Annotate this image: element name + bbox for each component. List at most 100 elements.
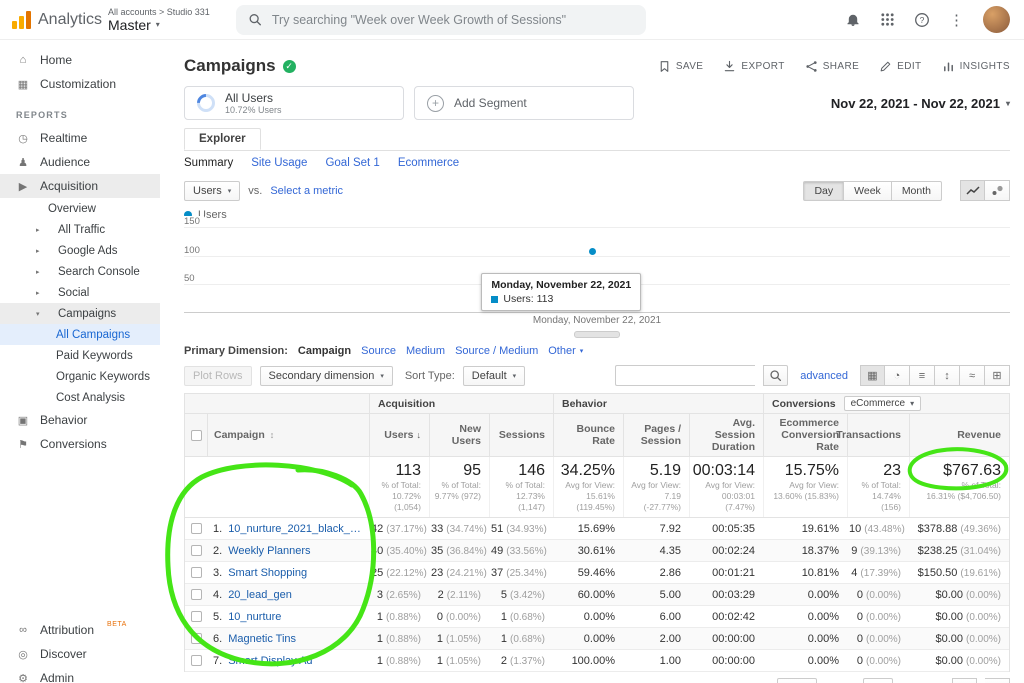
sidebar-item-overview[interactable]: Overview [0, 198, 160, 219]
row-checkbox[interactable] [191, 611, 202, 622]
sidebar-item-admin[interactable]: ⚙Admin [0, 666, 160, 683]
metric-selector[interactable]: Users▾ [184, 181, 240, 201]
sidebar-item-all-campaigns[interactable]: All Campaigns [0, 324, 160, 345]
dimension-medium[interactable]: Medium [406, 345, 445, 357]
search-input[interactable] [272, 13, 634, 27]
sidebar-item-paid-keywords[interactable]: Paid Keywords [0, 345, 160, 366]
dimension-source[interactable]: Source [361, 345, 396, 357]
comparison-view-icon[interactable]: ↕ [935, 365, 960, 386]
column-header-bounce-rate[interactable]: Bounce Rate [553, 414, 623, 456]
granularity-month[interactable]: Month [892, 181, 942, 201]
table-search-button[interactable] [763, 365, 788, 386]
row-checkbox[interactable] [191, 523, 202, 534]
campaign-link[interactable]: 20_lead_gen [228, 589, 292, 601]
global-search[interactable] [236, 5, 646, 35]
campaign-link[interactable]: Weekly Planners [228, 545, 310, 557]
segment-all-users[interactable]: All Users 10.72% Users [184, 86, 404, 120]
edit-button[interactable]: EDIT [879, 60, 921, 73]
row-checkbox[interactable] [191, 589, 202, 600]
sidebar-item-all-traffic[interactable]: ▸All Traffic [0, 219, 160, 240]
insights-button[interactable]: INSIGHTS [942, 60, 1010, 73]
dimension-source-medium[interactable]: Source / Medium [455, 345, 538, 357]
select-metric-link[interactable]: Select a metric [270, 185, 343, 197]
sidebar-item-google-ads[interactable]: ▸Google Ads [0, 240, 160, 261]
pivot-view-icon[interactable]: ⊞ [985, 365, 1010, 386]
column-header-revenue[interactable]: Revenue [909, 414, 1009, 456]
add-segment-button[interactable]: + Add Segment [414, 86, 634, 120]
select-all-checkbox[interactable] [191, 430, 202, 441]
prev-page-button[interactable]: ‹ [952, 678, 977, 683]
help-icon[interactable]: ? [914, 12, 930, 28]
sidebar-item-conversions[interactable]: ⚑Conversions [0, 432, 160, 456]
chart-plot[interactable]: 150 100 50 Monday, November 22, 2021 Use… [184, 227, 1010, 313]
show-rows-select[interactable]: 10▾ [777, 678, 817, 683]
campaign-link[interactable]: Smart Shopping [228, 567, 307, 579]
chart-scroll-handle[interactable] [574, 331, 620, 338]
motion-chart-button[interactable] [985, 180, 1010, 201]
sidebar-item-campaigns[interactable]: ▾Campaigns [0, 303, 160, 324]
granularity-week[interactable]: Week [844, 181, 892, 201]
subtab-site-usage[interactable]: Site Usage [251, 157, 307, 171]
sidebar-item-social[interactable]: ▸Social [0, 282, 160, 303]
sidebar-item-audience[interactable]: ♟Audience [0, 150, 160, 174]
subtab-ecommerce[interactable]: Ecommerce [398, 157, 459, 171]
subtab-summary[interactable]: Summary [184, 157, 233, 171]
table-search-input[interactable] [615, 365, 755, 386]
dimension-campaign[interactable]: Campaign [298, 345, 351, 357]
apps-grid-icon[interactable] [880, 12, 895, 27]
share-button[interactable]: SHARE [805, 60, 859, 73]
sidebar-item-customization[interactable]: ▦Customization [0, 72, 160, 96]
save-button[interactable]: SAVE [658, 60, 704, 73]
column-header-ecommerce-conversion-rate[interactable]: Ecommerce Conversion Rate [763, 414, 847, 456]
ga-logo[interactable]: Analytics [0, 11, 100, 29]
sidebar-item-organic-keywords[interactable]: Organic Keywords [0, 366, 160, 387]
performance-view-icon[interactable]: ≡ [910, 365, 935, 386]
goto-page-input[interactable] [863, 678, 893, 683]
table-view-icon[interactable]: ▦ [860, 365, 885, 386]
sidebar-item-home[interactable]: ⌂Home [0, 48, 160, 72]
sidebar-item-cost-analysis[interactable]: Cost Analysis [0, 387, 160, 408]
column-header-campaign[interactable]: Campaign↕ [207, 414, 369, 456]
campaign-link[interactable]: 10_nurture [228, 611, 281, 623]
sidebar-item-behavior[interactable]: ▣Behavior [0, 408, 160, 432]
campaign-link[interactable]: 10_nurture_2021_black_friday [228, 523, 361, 535]
sort-type-button[interactable]: Default▾ [463, 366, 525, 386]
table-controls: Plot Rows Secondary dimension▾ Sort Type… [184, 364, 1010, 387]
campaign-link[interactable]: Magnetic Tins [228, 633, 296, 645]
notifications-bell-icon[interactable] [845, 12, 861, 28]
column-header-new-users[interactable]: New Users [429, 414, 489, 456]
row-checkbox[interactable] [191, 633, 202, 644]
column-header-sessions[interactable]: Sessions [489, 414, 553, 456]
column-header-transactions[interactable]: Transactions [847, 414, 909, 456]
next-page-button[interactable]: › [985, 678, 1010, 683]
granularity-day[interactable]: Day [803, 181, 844, 201]
line-chart-button[interactable] [960, 180, 985, 201]
campaign-link[interactable]: Smart Display Ad [228, 655, 312, 667]
column-header-avg-session-duration[interactable]: Avg. Session Duration [689, 414, 763, 456]
dimension-other[interactable]: Other▾ [548, 345, 583, 357]
sidebar-item-discover[interactable]: ◎Discover [0, 642, 160, 666]
row-checkbox[interactable] [191, 545, 202, 556]
conversions-type-selector[interactable]: eCommerce▾ [844, 396, 921, 411]
secondary-dimension-button[interactable]: Secondary dimension▾ [260, 366, 393, 386]
tab-explorer[interactable]: Explorer [184, 128, 261, 150]
advanced-search-link[interactable]: advanced [800, 370, 848, 382]
percentage-view-icon[interactable]: ◔ [885, 365, 910, 386]
row-checkbox[interactable] [191, 567, 202, 578]
kebab-menu-icon[interactable]: ⋮ [949, 11, 964, 29]
user-avatar[interactable] [983, 6, 1010, 33]
data-point[interactable] [589, 248, 596, 255]
subtab-goal-set-1[interactable]: Goal Set 1 [325, 157, 379, 171]
row-checkbox[interactable] [191, 655, 202, 666]
export-button[interactable]: EXPORT [723, 60, 784, 73]
sidebar-item-acquisition[interactable]: ▶Acquisition [0, 174, 160, 198]
column-header-pages-session[interactable]: Pages / Session [623, 414, 689, 456]
date-range-selector[interactable]: Nov 22, 2021 - Nov 22, 2021▾ [831, 96, 1010, 111]
account-switcher[interactable]: All accounts > Studio 331 Master▾ [108, 7, 210, 33]
table-row: 2.Weekly Planners40(35.40%)35(36.84%)49(… [185, 540, 1009, 562]
term-cloud-view-icon[interactable]: ≈ [960, 365, 985, 386]
sidebar-item-search-console[interactable]: ▸Search Console [0, 261, 160, 282]
sidebar-item-realtime[interactable]: ◷Realtime [0, 126, 160, 150]
sidebar-item-attribution[interactable]: ∞AttributionBETA [0, 618, 160, 642]
column-header-users[interactable]: Users↓ [369, 414, 429, 456]
